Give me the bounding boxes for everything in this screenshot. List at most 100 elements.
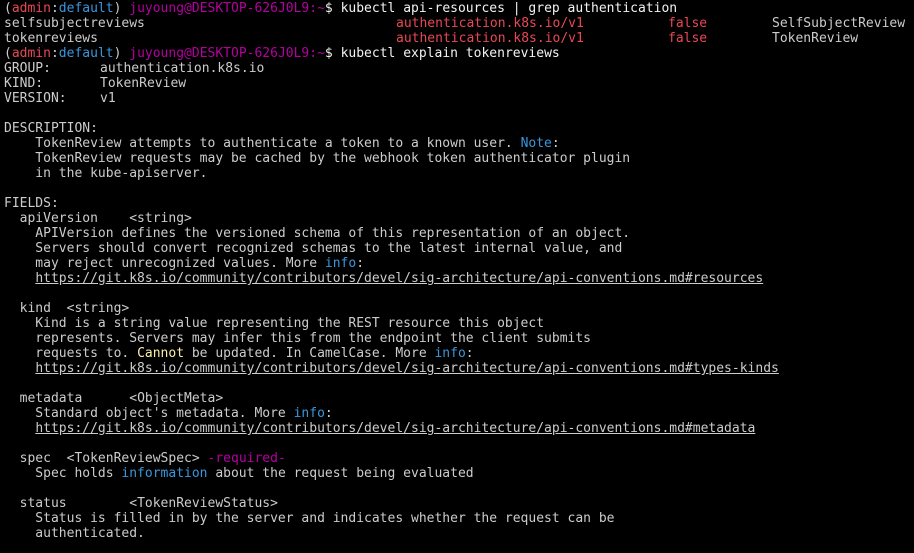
field-colon: :: [465, 346, 474, 361]
field-text: Standard object's metadata. More: [4, 406, 294, 421]
prompt-open-paren: (: [4, 46, 12, 61]
prompt-namespace: default: [58, 1, 114, 16]
field-header: status <TokenReviewStatus>: [4, 496, 914, 511]
prompt-namespace: default: [58, 46, 114, 61]
field-header: kind <string>: [4, 301, 914, 316]
group-line: GROUP: authentication.k8s.io: [4, 61, 914, 76]
field-text: may reject unrecognized values. More: [4, 256, 325, 271]
prompt-close-paren: ): [113, 46, 130, 61]
description-line: TokenReview attempts to authenticate a t…: [4, 136, 914, 151]
resource-kind: TokenReview: [772, 31, 859, 46]
resource-apiversion: authentication.k8s.io/v1: [396, 16, 584, 31]
prompt-path: :~: [309, 46, 325, 61]
field-url-link[interactable]: https://git.k8s.io/community/contributor…: [35, 361, 779, 376]
field-url-line: https://git.k8s.io/community/contributor…: [4, 361, 914, 376]
prompt-sep: :: [50, 1, 59, 16]
field-name: spec: [4, 451, 51, 466]
field-description: Kind is a string value representing the …: [4, 316, 545, 331]
prompt-line: (admin:default) juyoung@DESKTOP-626J0L9:…: [4, 46, 914, 61]
note-keyword: Note: [520, 136, 552, 151]
field-url-line: https://git.k8s.io/community/contributor…: [4, 421, 914, 436]
prompt-user-host: juyoung@DESKTOP-626J0L9: [129, 1, 310, 16]
field-url-line: https://git.k8s.io/community/contributor…: [4, 271, 914, 286]
cannot-keyword: Cannot: [137, 346, 185, 361]
version-value: v1: [100, 91, 116, 106]
prompt-user-host: juyoung@DESKTOP-626J0L9: [129, 46, 310, 61]
description-colon: :: [551, 136, 560, 151]
kind-value: TokenReview: [100, 76, 187, 91]
field-description: Servers should convert recognized schema…: [4, 241, 623, 256]
kind-line: KIND: TokenReview: [4, 76, 914, 91]
prompt-line: (admin:default) juyoung@DESKTOP-626J0L9:…: [4, 1, 914, 16]
prompt-dollar: $: [324, 1, 341, 16]
prompt-sep: :: [50, 46, 59, 61]
prompt-close-paren: ): [113, 1, 130, 16]
prompt-dollar: $: [324, 46, 341, 61]
field-description: Status is filled in by the server and in…: [4, 511, 615, 526]
field-url-link[interactable]: https://git.k8s.io/community/contributor…: [35, 271, 763, 286]
prompt-cluster: admin: [11, 46, 51, 61]
field-description: authenticated.: [4, 526, 145, 541]
terminal-window[interactable]: (admin:default) juyoung@DESKTOP-626J0L9:…: [0, 0, 914, 553]
field-type: <TokenReviewStatus>: [66, 496, 278, 511]
required-marker: -required-: [199, 451, 286, 466]
resource-row: selfsubjectreviews authentication.k8s.io/…: [4, 16, 914, 31]
field-name: apiVersion: [4, 211, 98, 226]
fields-label: FIELDS:: [4, 196, 59, 211]
resource-kind: SelfSubjectReview: [772, 16, 906, 31]
kind-label: KIND:: [4, 76, 44, 91]
field-text: requests to.: [4, 346, 138, 361]
field-text: about the request being evaluated: [207, 466, 474, 481]
info-keyword: info: [293, 406, 325, 421]
field-name: metadata: [4, 391, 83, 406]
field-type: <string>: [50, 301, 130, 316]
field-description: Standard object's metadata. More info:: [4, 406, 914, 421]
field-type: <string>: [97, 211, 192, 226]
information-keyword: information: [121, 466, 208, 481]
info-keyword: info: [324, 256, 357, 271]
command-text: kubectl explain tokenreviews: [340, 46, 560, 61]
info-keyword: info: [434, 346, 466, 361]
field-description: represents. Servers may infer this from …: [4, 331, 591, 346]
description-label: DESCRIPTION:: [4, 121, 98, 136]
description-line: TokenReview requests may be cached by th…: [4, 151, 631, 166]
resource-row: tokenreviews authentication.k8s.io/v1 fals…: [4, 31, 914, 46]
version-label: VERSION:: [4, 91, 67, 106]
field-name: status: [4, 496, 67, 511]
resource-namespaced: false: [668, 16, 708, 31]
field-type: <ObjectMeta>: [82, 391, 224, 406]
resource-name: selfsubjectreviews: [4, 16, 145, 31]
resource-namespaced: false: [668, 31, 708, 46]
field-header: spec <TokenReviewSpec> -required-: [4, 451, 914, 466]
field-name: kind: [4, 301, 51, 316]
field-text: Spec holds: [4, 466, 122, 481]
field-colon: :: [324, 406, 333, 421]
field-header: apiVersion <string>: [4, 211, 914, 226]
version-line: VERSION: v1: [4, 91, 914, 106]
prompt-cluster: admin: [11, 1, 51, 16]
field-header: metadata <ObjectMeta>: [4, 391, 914, 406]
field-text: be updated. In CamelCase. More: [184, 346, 435, 361]
group-label: GROUP:: [4, 61, 51, 76]
field-colon: :: [356, 256, 365, 271]
resource-apiversion: authentication.k8s.io/v1: [396, 31, 584, 46]
description-text: TokenReview attempts to authenticate a t…: [4, 136, 521, 151]
field-description: may reject unrecognized values. More inf…: [4, 256, 914, 271]
prompt-path: :~: [309, 1, 325, 16]
field-url-link[interactable]: https://git.k8s.io/community/contributor…: [35, 421, 755, 436]
group-value: authentication.k8s.io: [100, 61, 265, 76]
description-line: in the kube-apiserver.: [4, 166, 208, 181]
field-description: requests to. Cannot be updated. In Camel…: [4, 346, 914, 361]
resource-name: tokenreviews: [4, 31, 98, 46]
field-type: <TokenReviewSpec>: [50, 451, 200, 466]
command-text: kubectl api-resources | grep authenticat…: [340, 1, 678, 16]
field-description: APIVersion defines the versioned schema …: [4, 226, 631, 241]
prompt-open-paren: (: [4, 1, 12, 16]
field-description: Spec holds information about the request…: [4, 466, 914, 481]
